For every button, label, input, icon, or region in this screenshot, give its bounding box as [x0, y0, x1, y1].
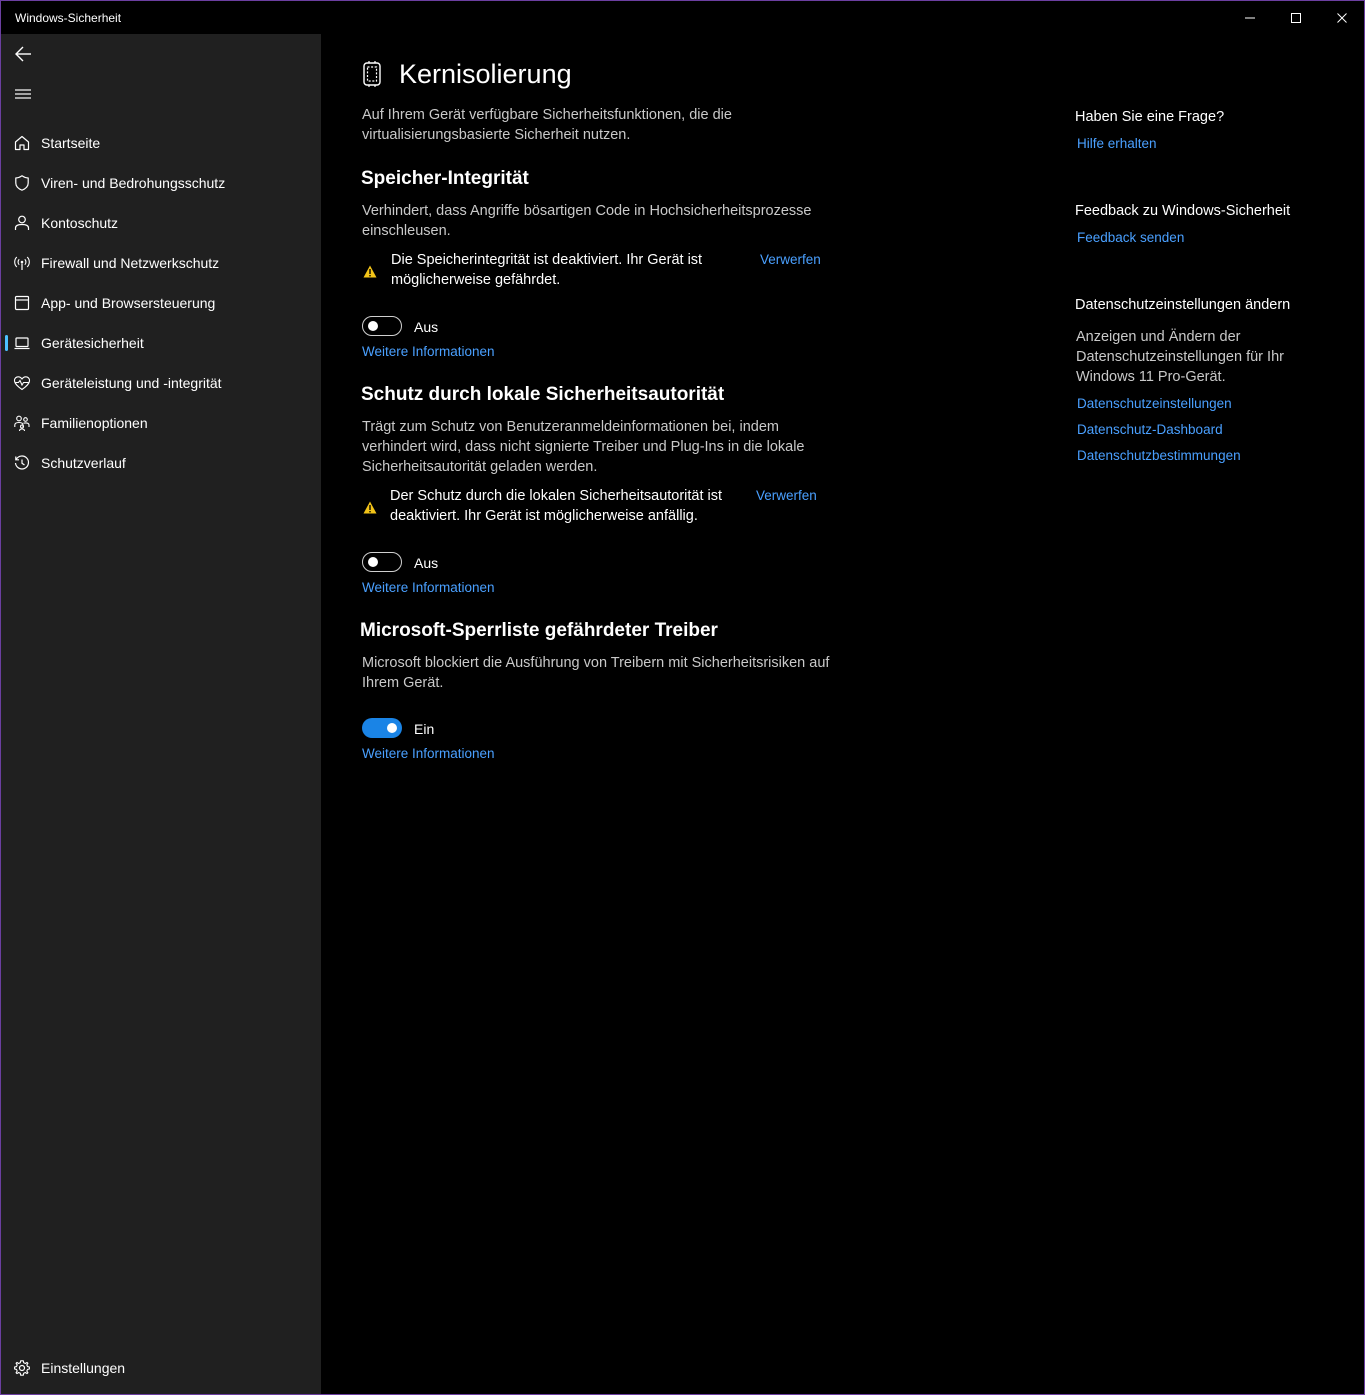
section-description: Microsoft blockiert die Ausführung von T…: [362, 653, 902, 693]
hamburger-menu-icon: [15, 89, 31, 99]
gear-icon: [14, 1360, 30, 1376]
title-bar: Windows-Sicherheit: [1, 1, 1364, 34]
antenna-icon: [14, 256, 30, 270]
sidebar-item-label: Viren- und Bedrohungsschutz: [41, 175, 226, 191]
page-title: Kernisolierung: [399, 59, 572, 89]
privacy-text-line: Datenschutzeinstellungen für Ihr: [1076, 349, 1284, 365]
menu-button[interactable]: [11, 82, 35, 106]
lsa-protection-toggle[interactable]: [362, 552, 402, 572]
section-title-driver-blocklist: Microsoft-Sperrliste gefährdeter Treiber: [360, 620, 718, 641]
app-window: Windows-Sicherheit Startseite Viren- und…: [0, 0, 1365, 1395]
more-info-link[interactable]: Weitere Informationen: [362, 344, 495, 359]
sidebar-item-label: App- und Browsersteuerung: [41, 295, 216, 311]
family-icon: [14, 415, 30, 432]
driver-blocklist-toggle[interactable]: [362, 718, 402, 738]
main-content: Kernisolierung Auf Ihrem Gerät verfügbar…: [321, 34, 1364, 1394]
sidebar-item-geraeteleistung[interactable]: Geräteleistung und -integrität: [1, 365, 321, 401]
sidebar-item-label: Familienoptionen: [41, 415, 148, 431]
description-line: verhindert wird, dass nicht signierte Tr…: [362, 439, 805, 455]
warning-icon: [363, 265, 377, 278]
warning-line: Die Speicherintegrität ist deaktiviert. …: [391, 252, 703, 268]
intro-line: Auf Ihrem Gerät verfügbare Sicherheitsfu…: [362, 107, 732, 123]
privacy-text-line: Windows 11 Pro-Gerät.: [1076, 369, 1226, 385]
section-description: Trägt zum Schutz von Benutzeranmeldeinfo…: [362, 417, 902, 477]
sidebar-item-kontoschutz[interactable]: Kontoschutz: [1, 205, 321, 241]
feedback-heading: Feedback zu Windows-Sicherheit: [1075, 203, 1291, 219]
minimize-button[interactable]: [1227, 1, 1273, 34]
section-title-speicher-integritaet: Speicher-Integrität: [361, 168, 529, 189]
more-info-link[interactable]: Weitere Informationen: [362, 746, 495, 761]
back-arrow-icon: [15, 46, 31, 62]
warning-message: Der Schutz durch die lokalen Sicherheits…: [390, 486, 760, 526]
warning-message: Die Speicherintegrität ist deaktiviert. …: [391, 250, 751, 290]
browser-window-icon: [14, 295, 30, 311]
toggle-knob: [368, 321, 378, 331]
sidebar-item-label: Startseite: [41, 135, 101, 151]
question-heading: Haben Sie eine Frage?: [1075, 109, 1225, 125]
toggle-state-label: Ein: [414, 721, 435, 737]
send-feedback-link[interactable]: Feedback senden: [1077, 230, 1184, 245]
privacy-settings-link[interactable]: Datenschutzeinstellungen: [1077, 396, 1232, 411]
back-button[interactable]: [11, 42, 35, 66]
person-icon: [14, 215, 30, 230]
privacy-heading: Datenschutzeinstellungen ändern: [1075, 297, 1291, 313]
warning-line: möglicherweise gefährdet.: [391, 272, 561, 288]
sidebar-item-viren[interactable]: Viren- und Bedrohungsschutz: [1, 165, 321, 201]
sidebar: Startseite Viren- und Bedrohungsschutz K…: [1, 34, 321, 1394]
sidebar-item-familienoptionen[interactable]: Familienoptionen: [1, 405, 321, 441]
toggle-state-label: Aus: [414, 319, 439, 335]
sidebar-item-label: Firewall und Netzwerkschutz: [41, 255, 220, 271]
warning-line: deaktiviert. Ihr Gerät ist möglicherweis…: [390, 508, 698, 524]
page-intro: Auf Ihrem Gerät verfügbare Sicherheitsfu…: [362, 105, 882, 145]
get-help-link[interactable]: Hilfe erhalten: [1077, 136, 1157, 151]
sidebar-item-label: Geräteleistung und -integrität: [41, 375, 222, 391]
description-line: Ihrem Gerät.: [362, 675, 444, 691]
sidebar-item-app-browser[interactable]: App- und Browsersteuerung: [1, 285, 321, 321]
sidebar-item-firewall[interactable]: Firewall und Netzwerkschutz: [1, 245, 321, 281]
toggle-knob: [368, 557, 378, 567]
description-line: Trägt zum Schutz von Benutzeranmeldeinfo…: [362, 419, 779, 435]
sidebar-item-label: Kontoschutz: [41, 215, 119, 231]
shield-icon: [15, 175, 29, 191]
section-title-lsa-protection: Schutz durch lokale Sicherheitsautorität: [361, 384, 725, 405]
sidebar-item-geraetesicherheit[interactable]: Gerätesicherheit: [1, 325, 321, 361]
intro-line: virtualisierungsbasierte Sicherheit nutz…: [362, 127, 631, 143]
privacy-description: Anzeigen und Ändern der Datenschutzeinst…: [1076, 327, 1336, 387]
minimize-icon: [1245, 17, 1255, 18]
history-icon: [14, 455, 30, 470]
home-icon: [14, 135, 30, 151]
heart-pulse-icon: [13, 376, 31, 391]
dismiss-link[interactable]: Verwerfen: [760, 252, 821, 267]
sidebar-item-label: Gerätesicherheit: [41, 335, 144, 351]
laptop-icon: [14, 337, 30, 350]
warning-icon: [363, 501, 377, 514]
sidebar-item-startseite[interactable]: Startseite: [1, 125, 321, 161]
privacy-statement-link[interactable]: Datenschutzbestimmungen: [1077, 448, 1241, 463]
toggle-knob: [387, 723, 397, 733]
maximize-icon: [1291, 12, 1301, 23]
toggle-state-label: Aus: [414, 555, 439, 571]
warning-line: Der Schutz durch die lokalen Sicherheits…: [390, 488, 723, 504]
sidebar-item-einstellungen[interactable]: Einstellungen: [1, 1350, 321, 1386]
sidebar-item-label: Einstellungen: [41, 1360, 126, 1376]
sidebar-item-label: Schutzverlauf: [41, 455, 126, 471]
section-description: Verhindert, dass Angriffe bösartigen Cod…: [362, 201, 882, 241]
window-title: Windows-Sicherheit: [15, 11, 122, 25]
description-line: Microsoft blockiert die Ausführung von T…: [362, 655, 830, 671]
core-isolation-chip-icon: [363, 61, 381, 87]
selection-indicator: [5, 335, 8, 351]
description-line: einschleusen.: [362, 223, 451, 239]
sidebar-item-schutzverlauf[interactable]: Schutzverlauf: [1, 445, 321, 481]
description-line: Verhindert, dass Angriffe bösartigen Cod…: [362, 203, 812, 219]
maximize-button[interactable]: [1273, 1, 1319, 34]
close-icon: [1337, 12, 1347, 23]
dismiss-link[interactable]: Verwerfen: [756, 488, 817, 503]
more-info-link[interactable]: Weitere Informationen: [362, 580, 495, 595]
description-line: Sicherheitsautorität geladen werden.: [362, 459, 598, 475]
memory-integrity-toggle[interactable]: [362, 316, 402, 336]
close-button[interactable]: [1319, 1, 1364, 34]
privacy-dashboard-link[interactable]: Datenschutz-Dashboard: [1077, 422, 1223, 437]
privacy-text-line: Anzeigen und Ändern der: [1076, 329, 1241, 345]
